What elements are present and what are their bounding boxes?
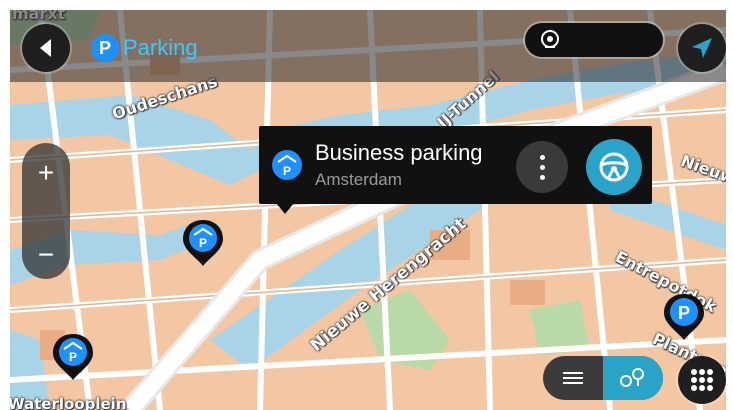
list-view-button[interactable] [543,356,603,400]
more-options-button[interactable] [516,141,568,193]
parking-pin[interactable]: P [664,292,704,342]
map-label-waterlooplein: Waterlooplein [10,395,127,410]
location-popup[interactable]: P Business parking Amsterdam [259,126,652,204]
parking-garage-pin[interactable]: P [183,218,223,268]
parking-garage-pin[interactable]: P [53,332,93,382]
parking-category-icon: P [91,34,119,62]
list-view-icon [563,372,583,374]
current-location-button[interactable] [678,24,726,72]
view-toggle [543,356,663,400]
map-view-button[interactable] [603,356,663,400]
svg-text:P: P [283,164,291,178]
back-arrow-icon [40,39,51,57]
location-pin-icon [541,30,559,48]
zoom-control: + − [22,143,70,279]
popup-title: Business parking [315,140,483,165]
popup-pointer [276,203,294,214]
svg-text:P: P [69,350,77,364]
category-label: Parking [123,35,198,60]
zoom-out-button[interactable]: − [22,231,70,279]
parking-garage-icon: P [271,149,303,186]
popup-subtitle: Amsterdam [315,170,402,189]
svg-text:P: P [678,303,690,323]
main-menu-grid-icon [691,369,713,391]
svg-text:P: P [199,236,207,250]
search-category: P Parking [91,33,198,63]
drive-button[interactable] [586,139,642,195]
navigation-arrow-icon [692,38,712,58]
back-button[interactable] [22,24,70,72]
map-view-icon [620,368,644,387]
main-menu-button[interactable] [678,356,726,404]
steering-wheel-icon [599,152,629,182]
more-vertical-icon [539,154,545,160]
zoom-in-button[interactable]: + [22,149,70,197]
location-search-field[interactable] [525,23,663,57]
